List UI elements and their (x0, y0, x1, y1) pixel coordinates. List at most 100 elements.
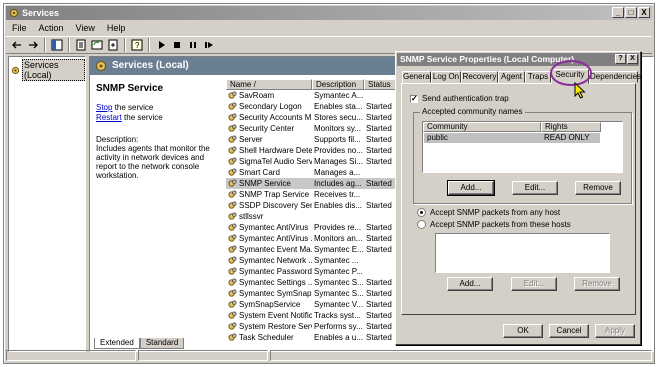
restart-service-link[interactable]: Restart (96, 113, 122, 122)
service-name-heading: SNMP Service (96, 83, 164, 94)
service-row[interactable]: SNMP Service Includes ag... Started (226, 178, 396, 189)
service-gear-icon (228, 311, 237, 319)
column-header-name[interactable]: Name / (226, 79, 312, 90)
service-gear-icon (228, 322, 237, 330)
back-icon[interactable] (10, 38, 24, 52)
service-row[interactable]: Smart Card Manages a... (226, 167, 396, 178)
dialog-titlebar[interactable]: SNMP Service Properties (Local Computer)… (397, 53, 639, 66)
help-button[interactable]: ? (615, 54, 626, 64)
service-description: Symantec A... (314, 91, 364, 100)
service-status: Started (366, 146, 392, 155)
tab-extended[interactable]: Extended (94, 338, 140, 349)
description-label: Description: (96, 135, 139, 144)
service-gear-icon (228, 278, 237, 286)
service-row[interactable]: Symantec AntiVirus Provides re... Started (226, 222, 396, 233)
tab-agent[interactable]: Agent (498, 71, 525, 83)
column-header-community[interactable]: Community (423, 122, 541, 132)
maximize-button[interactable]: □ (625, 7, 637, 18)
stop-service-link[interactable]: Stop (96, 103, 112, 112)
forward-icon[interactable] (26, 38, 40, 52)
tab-traps[interactable]: Traps (525, 71, 551, 83)
stop-icon[interactable] (170, 38, 184, 52)
ok-button[interactable]: OK (503, 324, 543, 338)
service-row[interactable]: System Restore Serv...Performs sy...Star… (226, 321, 396, 332)
start-icon[interactable] (154, 38, 168, 52)
service-row[interactable]: Security Accounts M... Stores secu... Star… (226, 112, 396, 123)
service-row[interactable]: Shell Hardware Dete... Provides no... Star… (226, 145, 396, 156)
help-icon[interactable]: ? (130, 38, 144, 52)
service-row[interactable]: SigmaTel Audio Serv... Manages Si... Start… (226, 156, 396, 167)
service-row[interactable]: Symantec Network ... Symantec ... (226, 255, 396, 266)
service-row[interactable]: SSDP Discovery Ser... Enables dis... Start… (226, 200, 396, 211)
close-button[interactable]: X (638, 7, 650, 18)
service-row[interactable]: SymSnapService Symantec V... Started (226, 299, 396, 310)
pause-icon[interactable] (186, 38, 200, 52)
restart-icon[interactable] (202, 38, 216, 52)
service-row[interactable]: Symantec Password ...Symantec P... (226, 266, 396, 277)
service-gear-icon (228, 223, 237, 231)
refresh-icon[interactable] (90, 38, 104, 52)
show-hide-tree-icon[interactable] (50, 38, 64, 52)
service-row[interactable]: Symantec Event Ma... Symantec E... Started (226, 244, 396, 255)
column-header-rights[interactable]: Rights (541, 122, 601, 132)
service-description: Provides no... (314, 146, 363, 155)
send-auth-trap-checkbox[interactable]: ✓ (410, 94, 418, 103)
tab-standard[interactable]: Standard (139, 338, 185, 349)
service-name: SavRoam (239, 91, 275, 100)
service-row[interactable]: SNMP Trap Service Receives tr... (226, 189, 396, 200)
cancel-button[interactable]: Cancel (549, 324, 589, 338)
service-description: Tracks syst... (314, 311, 361, 320)
toolbar-separator (68, 38, 70, 52)
description-text: Includes agents that monitor the activit… (96, 144, 210, 180)
tab-general[interactable]: General (402, 71, 431, 83)
service-row[interactable]: Security Center Monitors sy... Started (226, 123, 396, 134)
service-name: Symantec AntiVirus (239, 223, 309, 232)
column-header-status[interactable]: Status (364, 79, 396, 90)
host-edit-button[interactable]: Edit... (511, 277, 557, 291)
service-status: Started (366, 289, 392, 298)
accept-these-hosts-radio[interactable] (417, 220, 426, 229)
accept-any-host-radio[interactable] (417, 208, 426, 217)
tab-log-on[interactable]: Log On (431, 71, 461, 83)
service-row[interactable]: SavRoam Symantec A... (226, 90, 396, 101)
column-header-description[interactable]: Description (312, 79, 364, 90)
window-titlebar[interactable]: Services _ □ X (6, 6, 652, 20)
service-row[interactable]: System Event Notific... Tracks syst... Sta… (226, 310, 396, 321)
community-remove-button[interactable]: Remove (575, 181, 621, 195)
service-description: Stores secu... (314, 113, 363, 122)
service-description: Enables dis... (314, 201, 363, 210)
service-gear-icon (228, 201, 237, 209)
service-name: Symantec Event Ma... (239, 245, 312, 254)
tab-dependencies[interactable]: Dependencies (589, 71, 641, 83)
properties-icon[interactable] (74, 38, 88, 52)
service-row[interactable]: Symantec Settings ... Symantec S... Starte… (226, 277, 396, 288)
service-row[interactable]: Symantec SymSnap ...Symantec S...Started (226, 288, 396, 299)
service-row[interactable]: stllssvr (226, 211, 396, 222)
community-edit-button[interactable]: Edit... (512, 181, 558, 195)
hosts-list[interactable] (435, 233, 610, 273)
apply-button[interactable]: Apply (595, 324, 635, 338)
tree-item-services-local[interactable]: Services (Local) (11, 59, 85, 81)
menu-file[interactable]: File (6, 21, 33, 35)
service-row[interactable]: Server Supports fil... Started (226, 134, 396, 145)
services-icon (96, 61, 106, 71)
service-row[interactable]: Task Scheduler Enables a u... Started (226, 332, 396, 343)
service-status: Started (366, 234, 392, 243)
menu-action[interactable]: Action (33, 21, 70, 35)
service-row[interactable]: Symantec AntiVirus ... Monitors an... Star… (226, 233, 396, 244)
status-cell (6, 350, 136, 361)
community-row[interactable]: public READ ONLY (424, 133, 600, 143)
host-remove-button[interactable]: Remove (574, 277, 620, 291)
community-names-group: Accepted community names Community Right… (413, 107, 632, 204)
dialog-title: SNMP Service Properties (Local Computer) (400, 54, 575, 64)
service-description: Receives tr... (314, 190, 361, 199)
minimize-button[interactable]: _ (612, 7, 624, 18)
community-add-button[interactable]: Add... (447, 180, 495, 196)
menu-view[interactable]: View (70, 21, 101, 35)
tab-recovery[interactable]: Recovery (461, 71, 498, 83)
host-add-button[interactable]: Add... (447, 277, 493, 291)
menu-help[interactable]: Help (101, 21, 132, 35)
service-row[interactable]: Secondary Logon Enables sta... Started (226, 101, 396, 112)
export-list-icon[interactable] (106, 38, 120, 52)
dialog-close-button[interactable]: X (627, 54, 638, 64)
